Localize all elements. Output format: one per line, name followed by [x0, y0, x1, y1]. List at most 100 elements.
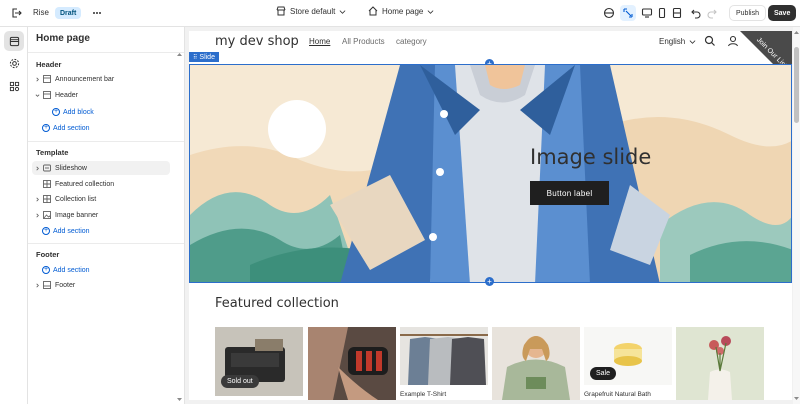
- product-image: [400, 327, 488, 385]
- plus-circle-icon: +: [42, 227, 50, 235]
- scroll-down-icon[interactable]: [793, 396, 800, 402]
- store-nav-category[interactable]: category: [396, 37, 427, 46]
- chevron-down-icon[interactable]: [32, 93, 42, 98]
- chevron-right-icon[interactable]: [32, 197, 42, 202]
- plus-circle-icon: +: [42, 124, 50, 132]
- slideshow-icon: [42, 163, 52, 173]
- add-block-label: Add block: [63, 108, 94, 116]
- sale-badge: Sale: [590, 367, 617, 380]
- sidebar-item-label: Slideshow: [55, 164, 87, 172]
- section-heading-template: Template: [36, 148, 69, 157]
- slide-tag-label: Slide: [199, 53, 215, 61]
- add-section-button[interactable]: + Add section: [42, 121, 172, 135]
- sidebar-scrollbar[interactable]: [176, 51, 183, 403]
- chevron-right-icon[interactable]: [32, 213, 42, 218]
- top-bar: Rise Draft Store default Home page Publi…: [0, 0, 800, 27]
- fullscreen-icon[interactable]: [669, 5, 685, 21]
- search-icon[interactable]: [704, 35, 716, 47]
- product-card[interactable]: Sale Grapefruit Natural Bath: [584, 327, 672, 400]
- add-section-button[interactable]: + Add section: [42, 224, 172, 238]
- add-section-button[interactable]: + Add section: [42, 263, 172, 277]
- add-block-button[interactable]: + Add block: [52, 105, 172, 119]
- store-selector[interactable]: Store default: [276, 6, 346, 16]
- plus-circle-icon: +: [52, 108, 60, 116]
- layout-block-icon: [42, 74, 52, 84]
- apps-icon[interactable]: [4, 76, 24, 96]
- mobile-icon[interactable]: [654, 5, 670, 21]
- sidebar-item-label: Collection list: [55, 195, 97, 203]
- featured-collection-title: Featured collection: [215, 296, 339, 311]
- add-section-label: Add section: [53, 227, 90, 235]
- sold-out-badge: Sold out: [221, 375, 259, 388]
- product-card[interactable]: [492, 327, 580, 400]
- desktop-icon[interactable]: [639, 5, 655, 21]
- slide-cta-button[interactable]: Button label: [530, 181, 609, 205]
- preview-scrollbar[interactable]: [793, 27, 800, 404]
- image-slide[interactable]: Image slide Button label: [189, 64, 792, 283]
- slide-tag[interactable]: ⠿ Slide: [189, 52, 219, 62]
- image-icon: [42, 210, 52, 220]
- sections-sidebar: Home page Header Announcement bar Header…: [28, 27, 185, 404]
- scroll-down-icon[interactable]: [176, 397, 183, 403]
- sidebar-item-label: Announcement bar: [55, 75, 115, 83]
- section-heading-header: Header: [36, 60, 62, 69]
- store-nav-all-products[interactable]: All Products: [342, 37, 385, 46]
- more-horizontal-icon[interactable]: [89, 5, 105, 21]
- sections-icon[interactable]: [4, 31, 24, 51]
- theme-name[interactable]: Rise: [33, 8, 49, 17]
- product-caption[interactable]: Grapefruit Natural Bath: [584, 391, 651, 398]
- sidebar-item-label: Featured collection: [55, 180, 115, 188]
- language-selector[interactable]: English: [659, 37, 696, 46]
- add-section-label: Add section: [53, 266, 90, 274]
- save-button[interactable]: Save: [768, 5, 797, 21]
- store-icon: [276, 6, 286, 16]
- store-selector-label: Store default: [290, 6, 336, 16]
- theme-preview: my dev shop Home All Products category E…: [185, 27, 800, 404]
- product-card[interactable]: Example T-Shirt: [400, 327, 488, 400]
- product-caption[interactable]: Example T-Shirt: [400, 391, 446, 398]
- chevron-right-icon[interactable]: [32, 283, 42, 288]
- layout-block-icon: [42, 90, 52, 100]
- store-nav-home[interactable]: Home: [309, 37, 330, 46]
- sidebar-item-featured-collection[interactable]: Featured collection: [32, 177, 172, 191]
- sidebar-item-announcement-bar[interactable]: Announcement bar: [32, 72, 172, 86]
- divider: [28, 52, 184, 53]
- redo-icon[interactable]: [704, 5, 720, 21]
- storefront-canvas: my dev shop Home All Products category E…: [189, 31, 792, 400]
- product-card[interactable]: [308, 327, 396, 400]
- scroll-thumb[interactable]: [794, 47, 799, 123]
- page-title: Home page: [36, 33, 90, 44]
- sidebar-item-footer[interactable]: Footer: [32, 278, 172, 292]
- plus-circle-icon: +: [42, 266, 50, 274]
- chevron-right-icon[interactable]: [32, 166, 42, 171]
- section-heading-footer: Footer: [36, 250, 60, 259]
- publish-button[interactable]: Publish: [729, 5, 766, 21]
- scroll-up-icon[interactable]: [176, 51, 183, 57]
- sidebar-item-collection-list[interactable]: Collection list: [32, 192, 172, 206]
- divider: [28, 243, 184, 244]
- sidebar-item-slideshow[interactable]: Slideshow: [32, 161, 170, 175]
- chevron-down-icon: [689, 40, 696, 44]
- add-section-bottom-button[interactable]: +: [485, 277, 494, 286]
- product-card[interactable]: [676, 327, 764, 400]
- chevron-down-icon: [427, 9, 434, 14]
- slide-heading: Image slide: [530, 145, 652, 169]
- sidebar-item-header[interactable]: Header: [32, 88, 172, 102]
- product-card[interactable]: Sold out: [215, 327, 303, 396]
- sidebar-item-label: Image banner: [55, 211, 99, 219]
- gear-icon[interactable]: [4, 53, 24, 73]
- chevron-right-icon[interactable]: [32, 77, 42, 82]
- undo-icon[interactable]: [688, 5, 704, 21]
- divider: [28, 141, 184, 142]
- inspector-icon[interactable]: [620, 5, 636, 21]
- product-image: [492, 327, 580, 400]
- exit-icon[interactable]: [8, 5, 24, 21]
- page-selector[interactable]: Home page: [368, 6, 434, 16]
- sidebar-item-label: Footer: [55, 281, 76, 289]
- scroll-up-icon[interactable]: [793, 29, 800, 35]
- slide-illustration: [190, 65, 791, 282]
- theme-settings-icon[interactable]: [601, 5, 617, 21]
- store-logo[interactable]: my dev shop: [215, 34, 299, 49]
- sidebar-item-image-banner[interactable]: Image banner: [32, 208, 172, 222]
- product-image: [676, 327, 764, 400]
